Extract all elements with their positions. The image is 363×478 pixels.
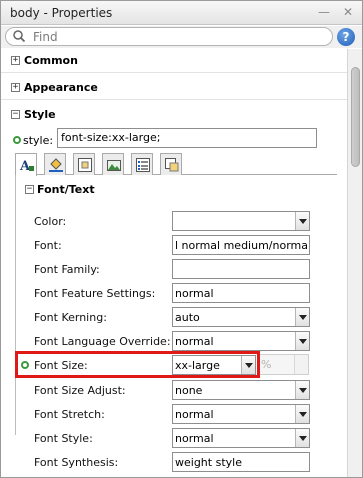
- tab-border[interactable]: [102, 153, 124, 175]
- chevron-down-icon[interactable]: [295, 429, 309, 447]
- prop-label-color: Color:: [34, 215, 67, 228]
- style-attr-label: style:: [23, 134, 54, 147]
- tab-background[interactable]: [44, 153, 66, 175]
- prop-label-font: Font:: [34, 239, 62, 252]
- box-model-icon: [78, 158, 92, 172]
- set-indicator-icon: [21, 361, 29, 369]
- tab-list[interactable]: [131, 153, 153, 175]
- font-style-combo[interactable]: normal: [172, 428, 310, 448]
- prop-label-font-size-adjust: Font Size Adjust:: [34, 384, 126, 397]
- style-attr-input[interactable]: font-size:xx-large;: [57, 128, 317, 148]
- chevron-down-icon[interactable]: [295, 381, 309, 399]
- tab-box[interactable]: [73, 153, 95, 175]
- section-common[interactable]: + Common: [1, 49, 347, 73]
- expand-icon[interactable]: +: [11, 56, 20, 65]
- font-size-unit-combo[interactable]: %: [257, 354, 309, 375]
- chevron-down-icon[interactable]: [295, 332, 309, 350]
- section-style[interactable]: − Style: [1, 103, 347, 127]
- prop-label-font-size: Font Size:: [34, 359, 88, 372]
- font-size-combo[interactable]: xx-large: [172, 355, 256, 375]
- font-family-field[interactable]: [172, 259, 310, 279]
- section-appearance[interactable]: + Appearance: [1, 76, 347, 100]
- font-field[interactable]: l normal medium/normal: [172, 235, 310, 255]
- font-feature-settings-field[interactable]: normal: [172, 283, 310, 303]
- set-indicator-icon: [13, 136, 21, 144]
- search-input[interactable]: [33, 29, 323, 44]
- font-language-override-combo[interactable]: normal: [172, 331, 310, 351]
- tab-positioning[interactable]: [160, 153, 182, 175]
- chevron-down-icon[interactable]: [241, 356, 255, 374]
- list-icon: [136, 158, 150, 172]
- prop-label-font-stretch: Font Stretch:: [34, 408, 105, 421]
- font-synthesis-field[interactable]: weight style: [172, 452, 310, 472]
- window-title: body - Properties: [10, 6, 113, 20]
- scrollbar-thumb[interactable]: [351, 67, 360, 167]
- search-bar: ?: [1, 26, 362, 48]
- prop-label-font-synthesis: Font Synthesis:: [34, 456, 119, 469]
- vertical-scrollbar[interactable]: [347, 49, 362, 477]
- font-stretch-combo[interactable]: normal: [172, 404, 310, 424]
- prop-label-font-feature-settings: Font Feature Settings:: [34, 287, 156, 300]
- tab-font-text[interactable]: A: [15, 153, 37, 176]
- chevron-down-icon[interactable]: [294, 355, 308, 374]
- help-icon[interactable]: ?: [337, 28, 355, 46]
- collapse-icon[interactable]: −: [25, 185, 34, 194]
- expand-icon[interactable]: +: [11, 83, 20, 92]
- close-icon[interactable]: ✕: [341, 5, 355, 19]
- color-combo[interactable]: [172, 211, 310, 231]
- font-size-adjust-combo[interactable]: none: [172, 380, 310, 400]
- font-text-icon: A: [19, 159, 34, 173]
- font-kerning-combo[interactable]: auto: [172, 307, 310, 327]
- chevron-down-icon[interactable]: [295, 405, 309, 423]
- prop-label-font-language-override: Font Language Override:: [34, 335, 171, 348]
- properties-panel: body - Properties — ✕ ? + Common + Appea…: [0, 0, 363, 478]
- style-category-tabs: A: [15, 153, 337, 176]
- section-common-label: Common: [24, 54, 78, 67]
- border-image-icon: [107, 160, 121, 171]
- section-style-label: Style: [24, 108, 56, 121]
- collapse-icon[interactable]: −: [11, 110, 20, 119]
- title-bar: body - Properties — ✕: [1, 1, 362, 25]
- prop-label-font-style: Font Style:: [34, 432, 93, 445]
- minimize-icon[interactable]: —: [317, 5, 331, 19]
- search-icon: [13, 30, 26, 43]
- prop-label-font-family: Font Family:: [34, 263, 100, 276]
- search-box[interactable]: [5, 27, 333, 46]
- chevron-down-icon[interactable]: [295, 308, 309, 326]
- positioning-icon: [165, 158, 179, 172]
- prop-label-font-kerning: Font Kerning:: [34, 311, 107, 324]
- background-paint-icon: [49, 158, 63, 172]
- chevron-down-icon[interactable]: [295, 212, 309, 230]
- section-font-text-label: Font/Text: [37, 183, 95, 196]
- section-appearance-label: Appearance: [24, 81, 98, 94]
